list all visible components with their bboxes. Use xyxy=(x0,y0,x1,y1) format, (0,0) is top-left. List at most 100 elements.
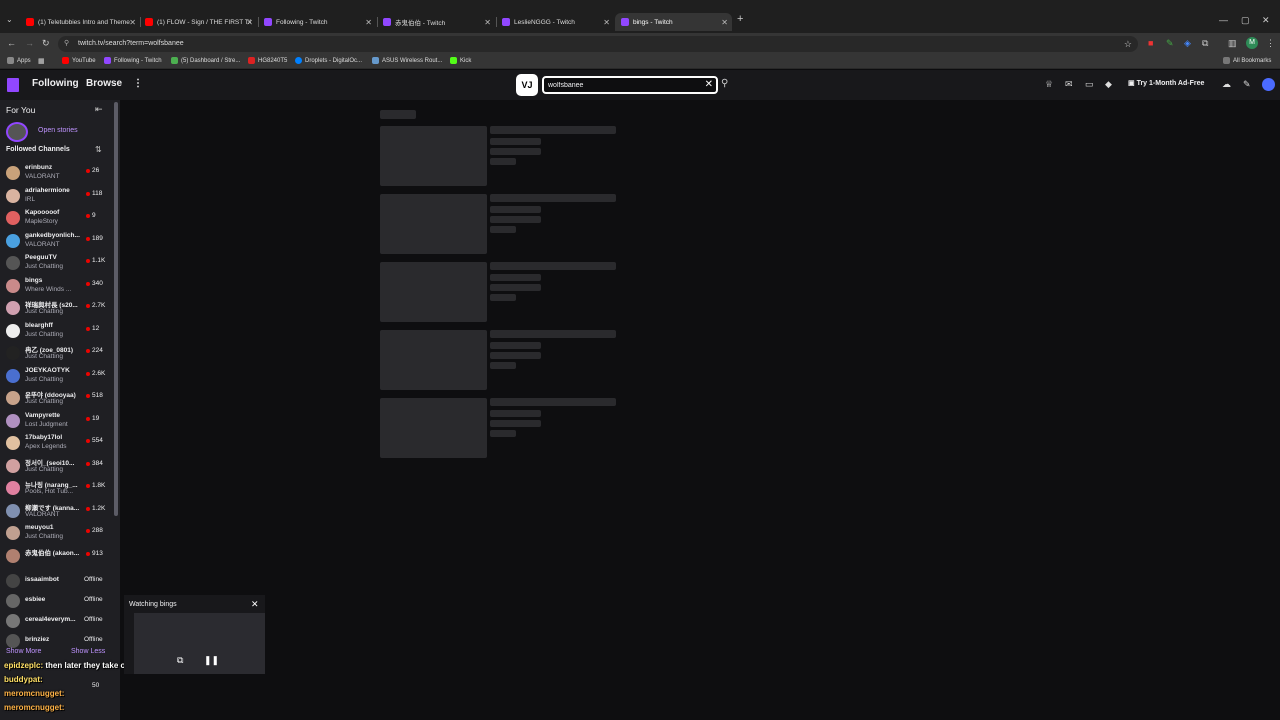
browser-menu-icon[interactable]: ⋮ xyxy=(1266,38,1275,49)
collapse-sidebar-icon[interactable]: ⇤ xyxy=(95,104,103,115)
followed-channel-item[interactable]: gankedbyonlich... VALORANT 189 xyxy=(0,231,116,253)
bookmark-droplets[interactable]: Droplets - DigitalOc... xyxy=(295,57,362,64)
side-panel-icon[interactable]: ▥ xyxy=(1228,38,1237,49)
pause-icon[interactable]: ❚❚ xyxy=(204,655,219,666)
browser-tab-3[interactable]: Following - Twitch ✕ xyxy=(258,13,376,31)
prime-crown-icon[interactable]: ♕ xyxy=(1045,79,1053,90)
mini-player-video[interactable]: ⧉ ❚❚ xyxy=(134,613,265,674)
search-input[interactable] xyxy=(544,78,694,92)
youtube-icon xyxy=(26,18,34,26)
chat-message: meromcnugget: xyxy=(4,703,64,712)
followed-channel-item[interactable]: blearghff Just Chatting 12 xyxy=(0,321,116,343)
channel-game: Just Chatting xyxy=(25,465,63,473)
browser-tab-1[interactable]: (1) Teletubbies Intro and Theme ✕ xyxy=(20,13,140,31)
sort-icon[interactable]: ⇅ xyxy=(95,145,102,154)
forward-icon[interactable]: → xyxy=(25,38,34,48)
stories-avatar[interactable] xyxy=(6,122,28,142)
browser-tab-6-active[interactable]: bings - Twitch ✕ xyxy=(615,13,732,31)
offline-status: Offline xyxy=(84,596,103,603)
browser-tab-4[interactable]: 赤鬼伯伯 - Twitch ✕ xyxy=(377,13,495,31)
close-tab-icon[interactable]: ✕ xyxy=(484,18,491,27)
extensions-puzzle-icon[interactable]: ⧉ xyxy=(1202,38,1208,49)
followed-channel-item[interactable]: adriahermione IRL 118 xyxy=(0,186,116,208)
extension-icon[interactable]: ◈ xyxy=(1184,38,1191,49)
followed-channel-item[interactable]: 뉴나링 (narang_... Pools, Hot Tub... 1.8K xyxy=(0,478,116,500)
bookmark-hg8240[interactable]: HG8240T5 xyxy=(248,57,287,64)
profile-avatar[interactable]: M xyxy=(1246,37,1258,49)
cloud-icon[interactable]: ☁ xyxy=(1222,79,1231,90)
followed-channel-item[interactable]: JOEYKAOTYK Just Chatting 2.6K xyxy=(0,366,116,388)
vj-badge[interactable]: VJ xyxy=(516,74,538,96)
bookmark-label: Droplets - DigitalOc... xyxy=(305,57,363,64)
followed-channel-item[interactable]: PeeguuTV Just Chatting 1.1K xyxy=(0,253,116,275)
bookmark-grid[interactable]: ▦ xyxy=(38,57,45,65)
search-icon[interactable]: ⚲ xyxy=(721,78,728,89)
extension-icon[interactable]: ✎ xyxy=(1243,79,1251,90)
channel-viewer-count: 50 xyxy=(92,682,100,689)
close-window-icon[interactable]: ✕ xyxy=(1262,15,1270,26)
new-tab-icon[interactable]: + xyxy=(737,13,743,25)
close-mini-player-icon[interactable]: ✕ xyxy=(251,599,259,610)
extension-icon[interactable]: ✎ xyxy=(1166,38,1174,49)
show-more-link[interactable]: Show More xyxy=(6,648,41,655)
offline-channel-item[interactable]: issaaimbot Offline xyxy=(0,571,116,593)
nav-following[interactable]: Following xyxy=(32,78,79,89)
back-icon[interactable]: ← xyxy=(7,38,16,48)
followed-channel-item[interactable]: meuyou1 Just Chatting 288 xyxy=(0,523,116,545)
bookmark-asus[interactable]: ASUS Wireless Rout... xyxy=(372,57,442,64)
close-tab-icon[interactable]: ✕ xyxy=(721,18,728,27)
offline-channel-item[interactable]: cereal4everym... Offline xyxy=(0,611,116,633)
followed-channel-item[interactable]: erinbunz VALORANT 26 xyxy=(0,163,116,185)
fullscreen-icon[interactable]: ⧉ xyxy=(177,655,183,666)
followed-channel-item[interactable]: 柳瀬です (kanna... VALORANT 1.2K xyxy=(0,501,116,523)
tab-list-icon[interactable]: ⌄ xyxy=(6,15,13,24)
followed-channel-item[interactable]: Kapooooof MapleStory 9 xyxy=(0,208,116,230)
channel-avatar xyxy=(6,574,20,588)
bookmark-following[interactable]: Following - Twitch xyxy=(104,57,162,64)
close-tab-icon[interactable]: ✕ xyxy=(246,18,253,27)
close-tab-icon[interactable]: ✕ xyxy=(129,18,136,27)
bits-icon[interactable]: ◆ xyxy=(1105,79,1112,90)
ad-free-button[interactable]: ▣ Try 1-Month Ad-Free xyxy=(1128,79,1204,87)
nav-browse[interactable]: Browse xyxy=(86,78,122,89)
followed-channel-item[interactable]: Vampyrette Lost Judgment 19 xyxy=(0,411,116,433)
followed-channel-item[interactable]: 윤뚜야 (ddooyaa) Just Chatting 518 xyxy=(0,388,116,410)
bookmark-youtube[interactable]: YouTube xyxy=(62,57,96,64)
open-stories-link[interactable]: Open stories xyxy=(38,127,78,134)
browser-tab-2[interactable]: (1) FLOW - Sign / THE FIRST TAKE ✕ xyxy=(139,13,257,31)
minimize-icon[interactable]: — xyxy=(1219,15,1228,25)
show-less-link[interactable]: Show Less xyxy=(71,648,105,655)
offline-channel-item[interactable]: esbiee Offline xyxy=(0,591,116,613)
followed-channel-item[interactable]: 祥瑞與村長 (s20... Just Chatting 2.7K xyxy=(0,298,116,320)
all-bookmarks[interactable]: All Bookmarks xyxy=(1223,57,1271,64)
twitch-logo-icon[interactable] xyxy=(7,78,19,92)
user-avatar[interactable] xyxy=(1262,78,1275,91)
for-you-heading: For You xyxy=(6,105,36,115)
whispers-icon[interactable]: ▭ xyxy=(1085,79,1094,90)
followed-channel-item[interactable]: 17baby17lol Apex Legends 554 xyxy=(0,433,116,455)
skeleton-tag xyxy=(490,430,516,437)
followed-channel-item[interactable]: 冉乙 (zoe_0801) Just Chatting 224 xyxy=(0,343,116,365)
followed-channel-item[interactable]: 赤鬼伯伯 (akaon... 913 xyxy=(0,546,116,568)
close-tab-icon[interactable]: ✕ xyxy=(365,18,372,27)
twitch-icon xyxy=(383,18,391,26)
sidebar-scrollbar[interactable] xyxy=(114,102,118,516)
url-field[interactable]: ⚲ twitch.tv/search?term=wolfsbanee ☆ xyxy=(58,36,1138,52)
followed-channel-item[interactable]: 정서이_(seoi10... Just Chatting 384 xyxy=(0,456,116,478)
bookmark-kick[interactable]: Kick xyxy=(450,57,471,64)
followed-channel-item[interactable]: bings Where Winds ... 340 xyxy=(0,276,116,298)
reload-icon[interactable]: ↻ xyxy=(42,38,50,49)
bookmark-apps[interactable]: Apps xyxy=(7,57,31,64)
url-text: twitch.tv/search?term=wolfsbanee xyxy=(78,40,184,47)
bookmark-dashboard[interactable]: (5) Dashboard / Stre... xyxy=(171,57,240,64)
maximize-icon[interactable]: ▢ xyxy=(1241,15,1250,26)
clear-search-icon[interactable]: ✕ xyxy=(705,79,713,90)
close-tab-icon[interactable]: ✕ xyxy=(603,18,610,27)
site-info-icon[interactable]: ⚲ xyxy=(64,36,69,52)
browser-tab-5[interactable]: LeslieNGGG - Twitch ✕ xyxy=(496,13,614,31)
more-menu-icon[interactable]: ⋮ xyxy=(133,78,143,89)
bookmark-star-icon[interactable]: ☆ xyxy=(1124,36,1132,52)
extension-icon[interactable]: ■ xyxy=(1148,38,1153,48)
mini-player[interactable]: Watching bings ✕ ⧉ ❚❚ xyxy=(124,595,265,674)
inbox-icon[interactable]: ✉ xyxy=(1065,79,1073,90)
